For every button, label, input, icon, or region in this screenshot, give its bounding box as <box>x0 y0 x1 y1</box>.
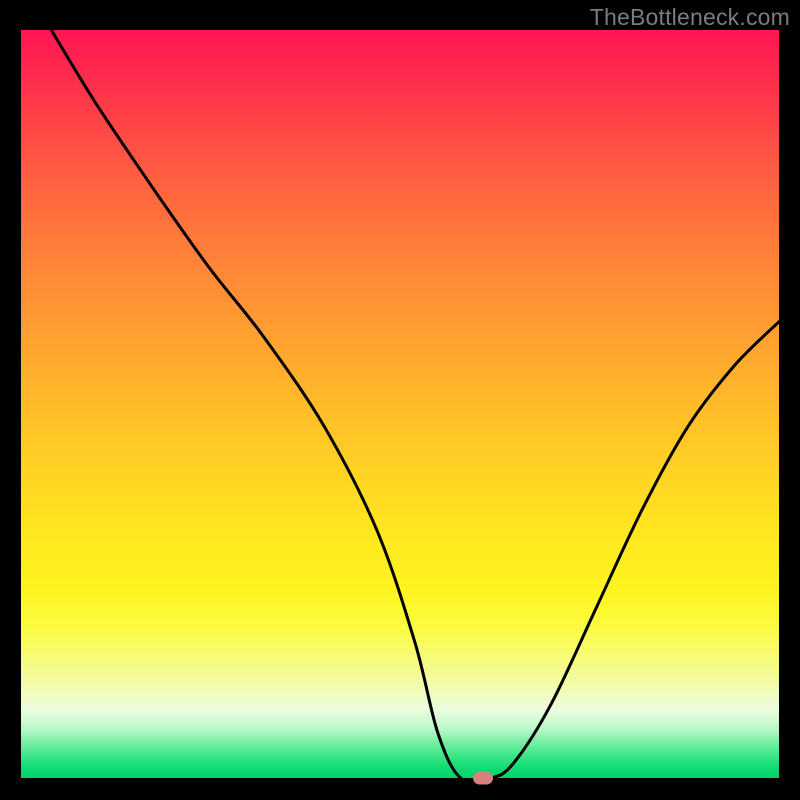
chart-frame: TheBottleneck.com <box>0 0 800 800</box>
attribution-label: TheBottleneck.com <box>590 4 790 31</box>
bottleneck-curve <box>51 30 779 778</box>
curve-svg <box>21 30 779 778</box>
optimum-marker <box>473 772 493 785</box>
plot-area <box>21 30 779 778</box>
